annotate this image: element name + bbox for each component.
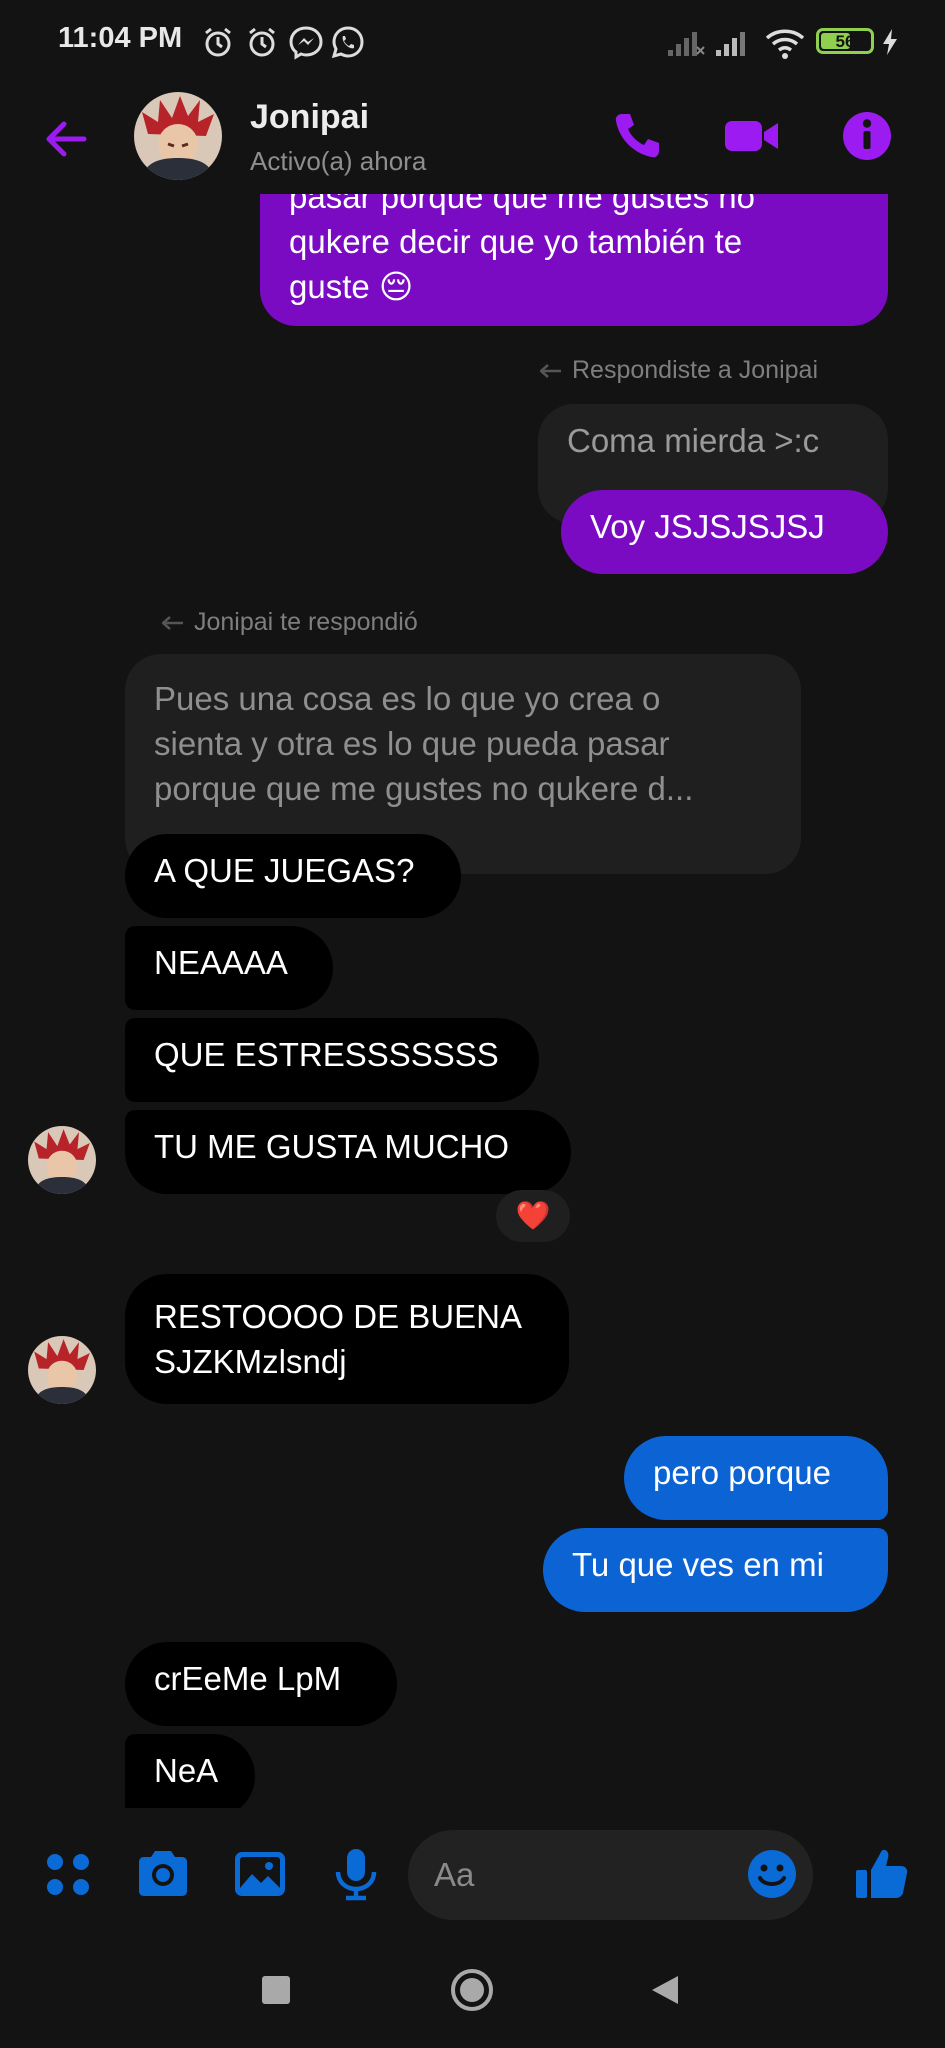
phone-icon[interactable] [608, 106, 668, 166]
message-text: pero porque [653, 1454, 831, 1491]
avatar-image [28, 1336, 96, 1404]
quoted-line: Pues una cosa es lo que yo crea o [154, 680, 661, 717]
message-bubble-incoming[interactable]: NEAAAA [125, 926, 333, 1010]
heart-reaction-icon: ❤️ [515, 1200, 551, 1231]
message-line: guste 😔 [289, 268, 414, 305]
reply-icon [162, 616, 183, 631]
message-bubble-incoming[interactable]: NeA [125, 1734, 255, 1818]
message-bubble-incoming[interactable]: QUE ESTRESSSSSSS [125, 1018, 539, 1102]
message-text: crEeMe LpM [154, 1660, 342, 1697]
reply-icon [540, 364, 561, 379]
message-text: TU ME GUSTA MUCHO [154, 1128, 510, 1165]
back-arrow-icon[interactable] [36, 108, 98, 170]
avatar [134, 92, 222, 180]
message-bubble-outgoing[interactable]: Tu que ves en mi [543, 1528, 888, 1612]
message-text: NeA [154, 1752, 219, 1789]
avatar[interactable] [28, 1336, 96, 1404]
message-bubble-incoming[interactable]: RESTOOOO DE BUENA SJZKMzlsndj [125, 1274, 569, 1404]
quoted-message-text: Coma mierda >:c [567, 422, 820, 459]
message-line: SJZKMzlsndj [154, 1343, 347, 1380]
composer-bar [0, 1808, 945, 1938]
message-bubble-incoming[interactable]: A QUE JUEGAS? [125, 834, 461, 918]
chat-header: Jonipai Activo(a) ahora [0, 84, 945, 194]
contact-status: Activo(a) ahora [250, 146, 427, 176]
info-icon[interactable] [837, 106, 897, 166]
contact-name[interactable]: Jonipai [250, 98, 369, 137]
reply-note: Respondiste a Jonipai [540, 356, 818, 385]
camera-icon[interactable] [133, 1844, 193, 1904]
reply-note: Jonipai te respondió [162, 608, 418, 637]
reply-note-text: Respondiste a Jonipai [572, 356, 818, 384]
gallery-icon[interactable] [230, 1844, 290, 1904]
message-text: Voy JSJSJSJSJ [590, 508, 825, 545]
message-text: Tu que ves en mi [572, 1546, 824, 1583]
message-reaction[interactable]: ❤️ [496, 1190, 570, 1242]
message-line: qukere decir que yo también te [289, 223, 743, 260]
menu-dots-icon[interactable] [38, 1844, 98, 1904]
avatar-image [28, 1126, 96, 1194]
avatar[interactable] [28, 1126, 96, 1194]
message-line: RESTOOOO DE BUENA [154, 1298, 522, 1335]
video-call-icon[interactable] [722, 106, 782, 166]
reply-note-text: Jonipai te respondió [194, 608, 418, 636]
message-bubble-outgoing[interactable]: Voy JSJSJSJSJ [561, 490, 888, 574]
quoted-line: sienta y otra es lo que pueda pasar [154, 725, 670, 762]
home-icon[interactable] [450, 1968, 494, 2012]
message-text: NEAAAA [154, 944, 288, 981]
microphone-icon[interactable] [326, 1844, 386, 1904]
quoted-line: porque que me gustes no qukere d... [154, 770, 694, 807]
back-icon[interactable] [650, 1974, 680, 2006]
message-list[interactable]: pasar porque que me gustes no qukere dec… [0, 0, 945, 1818]
message-bubble-incoming[interactable]: crEeMe LpM [125, 1642, 397, 1726]
contact-avatar[interactable] [134, 92, 222, 180]
system-navigation-bar [0, 1938, 945, 2048]
emoji-icon[interactable] [742, 1844, 802, 1904]
recent-apps-icon[interactable] [262, 1976, 290, 2004]
message-bubble-incoming[interactable]: TU ME GUSTA MUCHO [125, 1110, 571, 1194]
message-text: QUE ESTRESSSSSSS [154, 1036, 499, 1073]
message-bubble-outgoing[interactable]: pero porque [624, 1436, 888, 1520]
like-icon[interactable] [852, 1844, 912, 1904]
message-text: A QUE JUEGAS? [154, 852, 415, 889]
